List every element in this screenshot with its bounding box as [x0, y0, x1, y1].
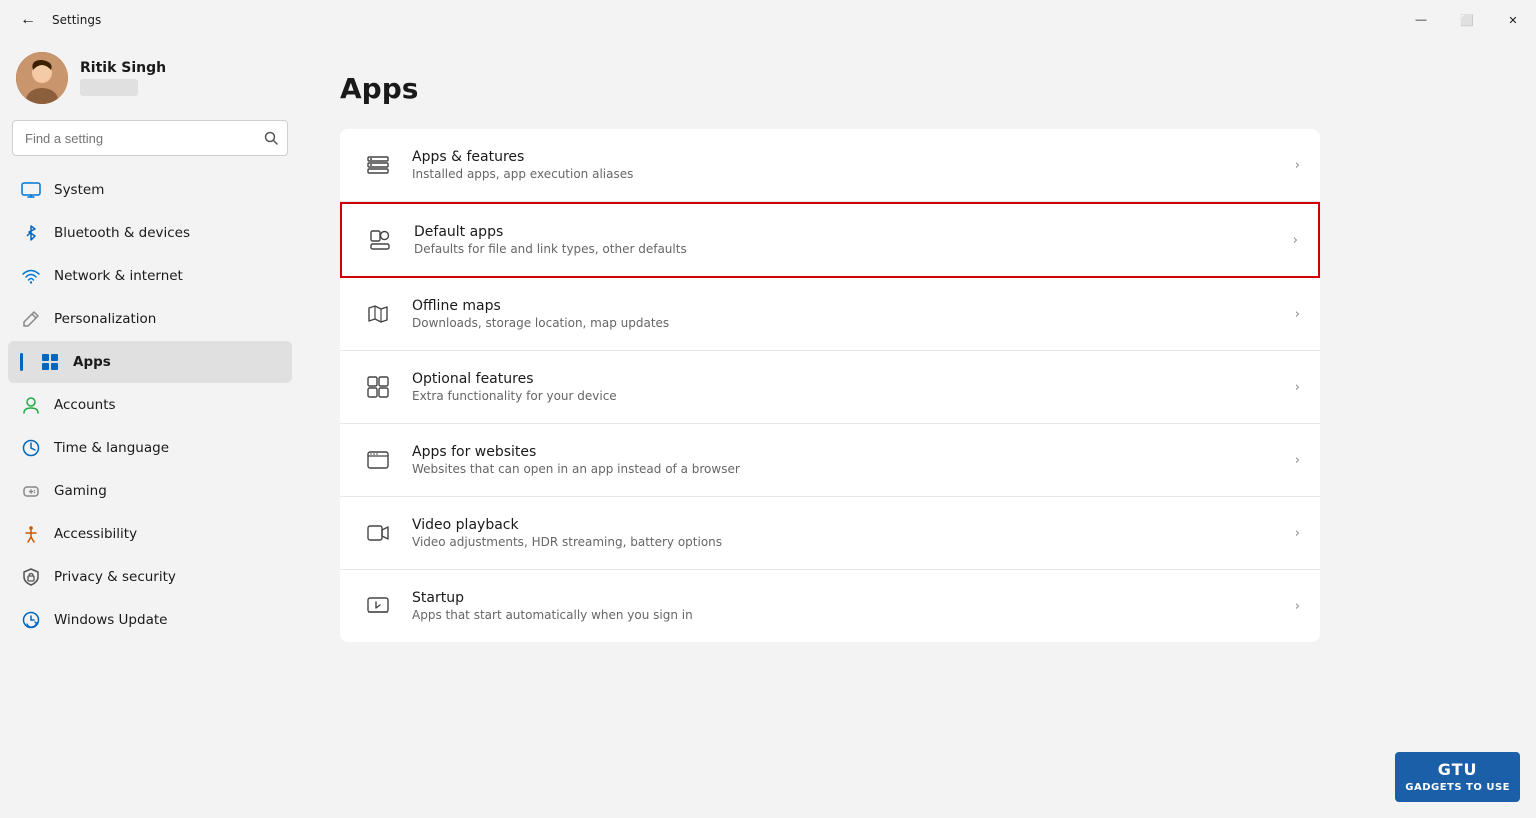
sidebar-item-label-privacy: Privacy & security — [54, 569, 280, 585]
video-playback-subtitle: Video adjustments, HDR streaming, batter… — [412, 535, 1295, 549]
sidebar-item-label-network: Network & internet — [54, 268, 280, 284]
time-icon — [20, 437, 42, 459]
bluetooth-icon — [20, 222, 42, 244]
video-playback-title: Video playback — [412, 517, 1295, 533]
system-icon — [20, 179, 42, 201]
chevron-icon: › — [1295, 380, 1300, 395]
settings-list: Apps & features Installed apps, app exec… — [340, 129, 1320, 642]
offline-maps-icon — [360, 296, 396, 332]
sidebar-item-bluetooth[interactable]: Bluetooth & devices — [8, 212, 292, 254]
chevron-icon: › — [1295, 307, 1300, 322]
sidebar-item-label-system: System — [54, 182, 280, 198]
sidebar-item-label-update: Windows Update — [54, 612, 280, 628]
sidebar: Ritik Singh System — [0, 40, 300, 818]
optional-features-icon — [360, 369, 396, 405]
window-title: Settings — [52, 13, 101, 27]
apps-icon — [39, 351, 61, 373]
accounts-icon — [20, 394, 42, 416]
offline-maps-title: Offline maps — [412, 298, 1295, 314]
sidebar-item-privacy[interactable]: Privacy & security — [8, 556, 292, 598]
sidebar-item-label-accounts: Accounts — [54, 397, 280, 413]
settings-item-default-apps[interactable]: Default apps Defaults for file and link … — [340, 202, 1320, 278]
offline-maps-subtitle: Downloads, storage location, map updates — [412, 316, 1295, 330]
settings-item-startup[interactable]: Startup Apps that start automatically wh… — [340, 570, 1320, 642]
sidebar-item-gaming[interactable]: Gaming — [8, 470, 292, 512]
sidebar-item-accessibility[interactable]: Accessibility — [8, 513, 292, 555]
window-controls: — ⬜ ✕ — [1398, 0, 1536, 40]
apps-websites-text: Apps for websites Websites that can open… — [412, 444, 1295, 476]
maximize-button[interactable]: ⬜ — [1444, 0, 1490, 40]
sidebar-item-accounts[interactable]: Accounts — [8, 384, 292, 426]
apps-websites-icon — [360, 442, 396, 478]
user-profile[interactable]: Ritik Singh — [8, 40, 292, 120]
optional-features-title: Optional features — [412, 371, 1295, 387]
apps-features-title: Apps & features — [412, 149, 1295, 165]
chevron-icon: › — [1295, 599, 1300, 614]
titlebar: ← Settings — ⬜ ✕ — [0, 0, 1536, 40]
chevron-icon: › — [1295, 158, 1300, 173]
app-container: Ritik Singh System — [0, 40, 1536, 818]
video-playback-text: Video playback Video adjustments, HDR st… — [412, 517, 1295, 549]
chevron-icon: › — [1295, 453, 1300, 468]
startup-text: Startup Apps that start automatically wh… — [412, 590, 1295, 622]
watermark-logo: GTU — [1405, 760, 1510, 781]
search-container — [12, 120, 288, 156]
user-info: Ritik Singh — [80, 60, 166, 96]
startup-subtitle: Apps that start automatically when you s… — [412, 608, 1295, 622]
gaming-icon — [20, 480, 42, 502]
sidebar-item-system[interactable]: System — [8, 169, 292, 211]
settings-item-apps-websites[interactable]: Apps for websites Websites that can open… — [340, 424, 1320, 497]
privacy-icon — [20, 566, 42, 588]
main-content: Apps Apps & features Installed apps, app… — [300, 40, 1536, 818]
sidebar-item-label-accessibility: Accessibility — [54, 526, 280, 542]
optional-features-subtitle: Extra functionality for your device — [412, 389, 1295, 403]
video-icon — [360, 515, 396, 551]
sidebar-item-label-apps: Apps — [73, 354, 280, 370]
offline-maps-text: Offline maps Downloads, storage location… — [412, 298, 1295, 330]
apps-features-icon — [360, 147, 396, 183]
sidebar-item-apps[interactable]: Apps — [8, 341, 292, 383]
default-apps-text: Default apps Defaults for file and link … — [414, 224, 1293, 256]
update-icon — [20, 609, 42, 631]
search-input[interactable] — [12, 120, 288, 156]
chevron-icon: › — [1295, 526, 1300, 541]
watermark: GTU GADGETS TO USE — [1395, 752, 1520, 802]
settings-item-apps-features[interactable]: Apps & features Installed apps, app exec… — [340, 129, 1320, 202]
startup-icon — [360, 588, 396, 624]
sidebar-item-update[interactable]: Windows Update — [8, 599, 292, 641]
user-subtitle — [80, 79, 138, 96]
settings-item-offline-maps[interactable]: Offline maps Downloads, storage location… — [340, 278, 1320, 351]
sidebar-item-label-gaming: Gaming — [54, 483, 280, 499]
back-button[interactable]: ← — [12, 7, 44, 33]
close-button[interactable]: ✕ — [1490, 0, 1536, 40]
network-icon — [20, 265, 42, 287]
apps-features-text: Apps & features Installed apps, app exec… — [412, 149, 1295, 181]
sidebar-item-label-bluetooth: Bluetooth & devices — [54, 225, 280, 241]
sidebar-item-network[interactable]: Network & internet — [8, 255, 292, 297]
avatar — [16, 52, 68, 104]
default-apps-icon — [362, 222, 398, 258]
sidebar-item-personalization[interactable]: Personalization — [8, 298, 292, 340]
sidebar-item-label-time: Time & language — [54, 440, 280, 456]
apps-websites-subtitle: Websites that can open in an app instead… — [412, 462, 1295, 476]
user-name: Ritik Singh — [80, 60, 166, 76]
default-apps-subtitle: Defaults for file and link types, other … — [414, 242, 1293, 256]
accessibility-icon — [20, 523, 42, 545]
pencil-icon — [20, 308, 42, 330]
apps-features-subtitle: Installed apps, app execution aliases — [412, 167, 1295, 181]
apps-websites-title: Apps for websites — [412, 444, 1295, 460]
minimize-button[interactable]: — — [1398, 0, 1444, 40]
default-apps-title: Default apps — [414, 224, 1293, 240]
settings-item-optional-features[interactable]: Optional features Extra functionality fo… — [340, 351, 1320, 424]
sidebar-item-label-personalization: Personalization — [54, 311, 280, 327]
page-title: Apps — [340, 72, 1496, 105]
startup-title: Startup — [412, 590, 1295, 606]
watermark-text: GADGETS TO USE — [1405, 781, 1510, 794]
sidebar-item-time[interactable]: Time & language — [8, 427, 292, 469]
search-icon — [264, 131, 278, 145]
optional-features-text: Optional features Extra functionality fo… — [412, 371, 1295, 403]
sidebar-nav: System Bluetooth & devices Network & int… — [8, 168, 292, 642]
chevron-icon: › — [1293, 233, 1298, 248]
settings-item-video-playback[interactable]: Video playback Video adjustments, HDR st… — [340, 497, 1320, 570]
